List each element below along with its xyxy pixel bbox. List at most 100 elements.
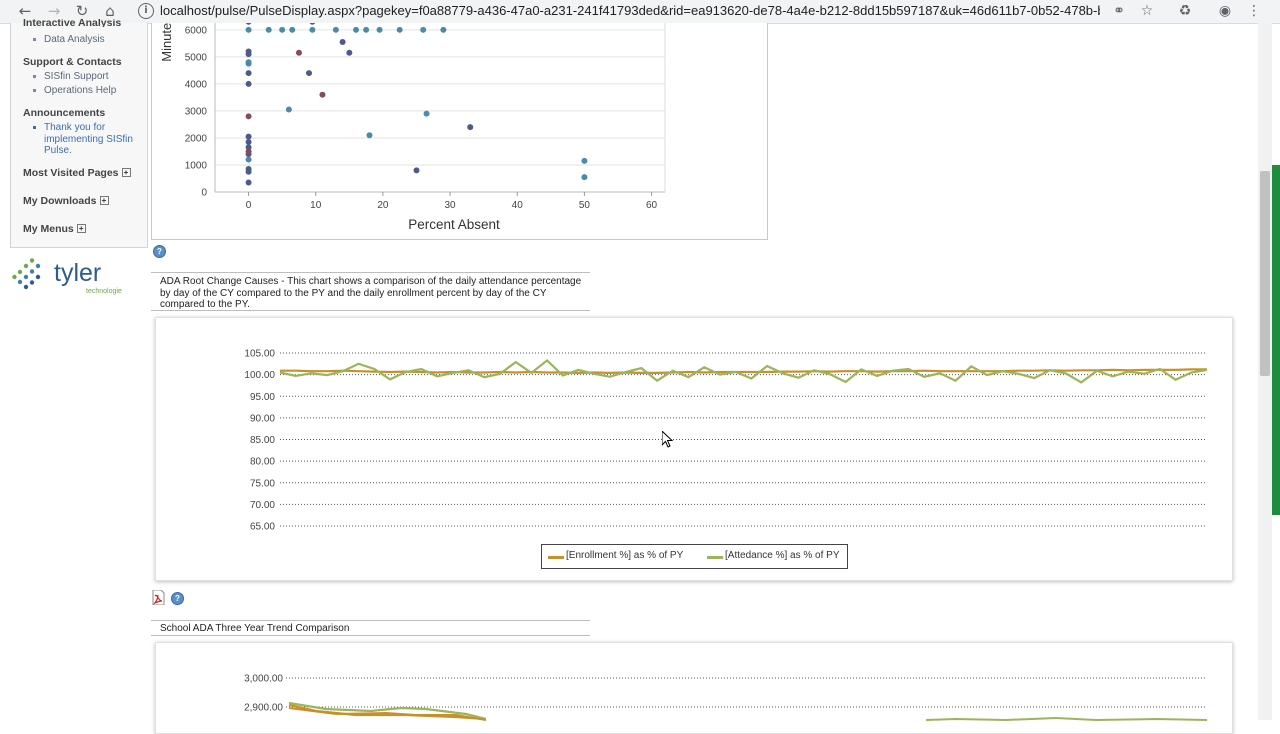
y-tick-label: 75.00: [250, 478, 275, 489]
y-tick-label: 4000: [185, 79, 208, 90]
x-axis-title: Percent Absent: [408, 217, 500, 232]
mouse-cursor-icon: [662, 431, 674, 448]
sidebar-cut-heading: Interactive Analysis: [23, 19, 122, 27]
bullet: [33, 38, 36, 41]
my-downloads[interactable]: My Downloads +: [23, 195, 109, 207]
announcements-heading: Announcements: [23, 107, 106, 119]
scatter-point: [265, 26, 272, 33]
y-tick-label: 105.00: [244, 349, 275, 360]
expand-plus-icon[interactable]: +: [121, 168, 131, 177]
x-tick-label: 10: [310, 200, 322, 211]
scatter-point: [346, 49, 353, 56]
scatter-point: [319, 91, 326, 98]
sidebar-link-data-analysis[interactable]: Data Analysis: [44, 34, 105, 45]
scatter-point: [332, 26, 339, 33]
scatter-point: [245, 80, 252, 87]
sidebar-link-operations-help[interactable]: Operations Help: [44, 85, 116, 96]
bookmark-star-icon[interactable]: ☆: [1136, 0, 1158, 22]
y-tick-label: 90.00: [250, 413, 275, 424]
ada-chart-title: ADA Root Change Causes - This chart show…: [160, 276, 582, 310]
most-visited-pages[interactable]: Most Visited Pages +: [23, 167, 131, 179]
scrollbar-thumb[interactable]: [1260, 171, 1270, 376]
y-tick-label: 6000: [185, 25, 208, 36]
scatter-point: [245, 113, 252, 120]
expand-plus-icon[interactable]: +: [76, 224, 86, 233]
site-info-icon[interactable]: i: [138, 3, 154, 19]
help-icon[interactable]: ?: [171, 592, 184, 605]
legend-label-attendance: [Attedance %] as % of PY: [725, 550, 840, 561]
scatter-point: [353, 26, 360, 33]
menu-kebab-icon[interactable]: ⋮: [1243, 0, 1265, 22]
y-tick-label: 2,900.00: [244, 703, 283, 714]
y-tick-label: 3,000.00: [244, 674, 283, 685]
expand-plus-icon[interactable]: +: [99, 196, 109, 205]
scatter-chart: 0 1000 2000 3000 4000 5000 6000 0 10 20 30 40 50 60 Pe…: [159, 16, 666, 232]
scatter-point: [245, 51, 252, 58]
sidebar: Interactive Analysis Data Analysis Suppo…: [10, 19, 148, 248]
y-tick-label: 0: [201, 188, 207, 199]
tyler-technologies-logo: tyler technologies: [12, 258, 122, 295]
x-tick-label: 60: [646, 200, 658, 211]
bullet: [33, 126, 36, 129]
scatter-point: [245, 138, 252, 145]
address-bar[interactable]: localhost/pulse/PulseDisplay.aspx?pageke…: [160, 3, 1100, 18]
trend-plot-area: 2,900.00 3,000.00: [244, 674, 1208, 722]
my-menus-label: My Menus: [23, 223, 74, 235]
ada-chart-legend: [Enrollment %] as % of PY [Attedance %] …: [541, 544, 848, 569]
sidebar-link-sisfin-support[interactable]: SISfin Support: [44, 71, 108, 82]
title-top-rule: [151, 272, 590, 273]
x-tick-label: 0: [246, 200, 252, 211]
logo-wordmark: tyler: [54, 259, 101, 287]
announcement-link[interactable]: Thank you for implementing SISfin Pulse.: [44, 122, 139, 157]
my-downloads-label: My Downloads: [23, 195, 97, 207]
scatter-point: [285, 106, 292, 113]
title-bottom-rule: [151, 635, 590, 636]
title-top-rule: [151, 620, 590, 621]
y-tick-label: 65.00: [250, 522, 275, 533]
y-tick-label: 100.00: [244, 370, 275, 381]
scatter-point: [413, 167, 420, 174]
x-tick-label: 20: [377, 200, 389, 211]
legend-swatch-enrollment: [548, 556, 564, 559]
y-tick-label: 3000: [185, 106, 208, 117]
scatter-point: [420, 26, 427, 33]
y-tick-label: 85.00: [250, 435, 275, 446]
ada-line-chart-card: 65.00 70.00 75.00 80.00 85.00 90.00 95.00 100.0…: [155, 317, 1233, 581]
title-bottom-rule: [151, 310, 590, 311]
scatter-point: [467, 124, 474, 131]
y-tick-label: 1000: [185, 160, 208, 171]
scatter-point: [366, 132, 373, 139]
scatter-point: [245, 148, 252, 155]
y-tick-label: 80.00: [250, 457, 275, 468]
scatter-point: [245, 70, 252, 77]
scatter-point: [440, 26, 447, 33]
scatter-point: [289, 26, 296, 33]
scatter-point: [295, 49, 302, 56]
ada-line-chart: 65.00 70.00 75.00 80.00 85.00 90.00 95.00 100.0…: [244, 349, 1208, 533]
scatter-point: [245, 168, 252, 175]
extension-telescope-icon[interactable]: ♻: [1174, 0, 1196, 22]
my-menus[interactable]: My Menus +: [23, 223, 86, 235]
y-tick-label: 5000: [185, 52, 208, 63]
side-panel-edge: [1272, 165, 1280, 515]
scatter-point: [245, 60, 252, 67]
x-tick-label: 40: [512, 200, 524, 211]
scatter-point: [376, 26, 383, 33]
ada-plot-area: 65.00 70.00 75.00 80.00 85.00 90.00 95.00 100.0…: [244, 349, 1208, 533]
trend-line-chart: 2,900.00 3,000.00: [244, 674, 1208, 722]
browser-toolbar: ← → ↻ ⌂ i localhost/pulse/PulseDisplay.a…: [0, 0, 1280, 24]
scatter-chart-panel: 0 1000 2000 3000 4000 5000 6000 0 10 20 30 40 50 60 Pe…: [151, 16, 768, 240]
y-tick-label: 95.00: [250, 392, 275, 403]
legend-swatch-attendance: [707, 556, 723, 559]
help-icon[interactable]: ?: [153, 245, 166, 258]
profile-icon[interactable]: ◉: [1214, 0, 1236, 22]
y-tick-label: 2000: [185, 133, 208, 144]
scatter-point: [245, 133, 252, 140]
y-axis-title: Minutes: [159, 23, 174, 62]
scatter-point: [423, 110, 430, 117]
y-tick-label: 70.00: [250, 500, 275, 511]
pdf-export-icon[interactable]: [152, 590, 165, 605]
scatter-point: [581, 157, 588, 164]
bullet: [33, 89, 36, 92]
key-icon[interactable]: ⚭: [1108, 0, 1130, 22]
